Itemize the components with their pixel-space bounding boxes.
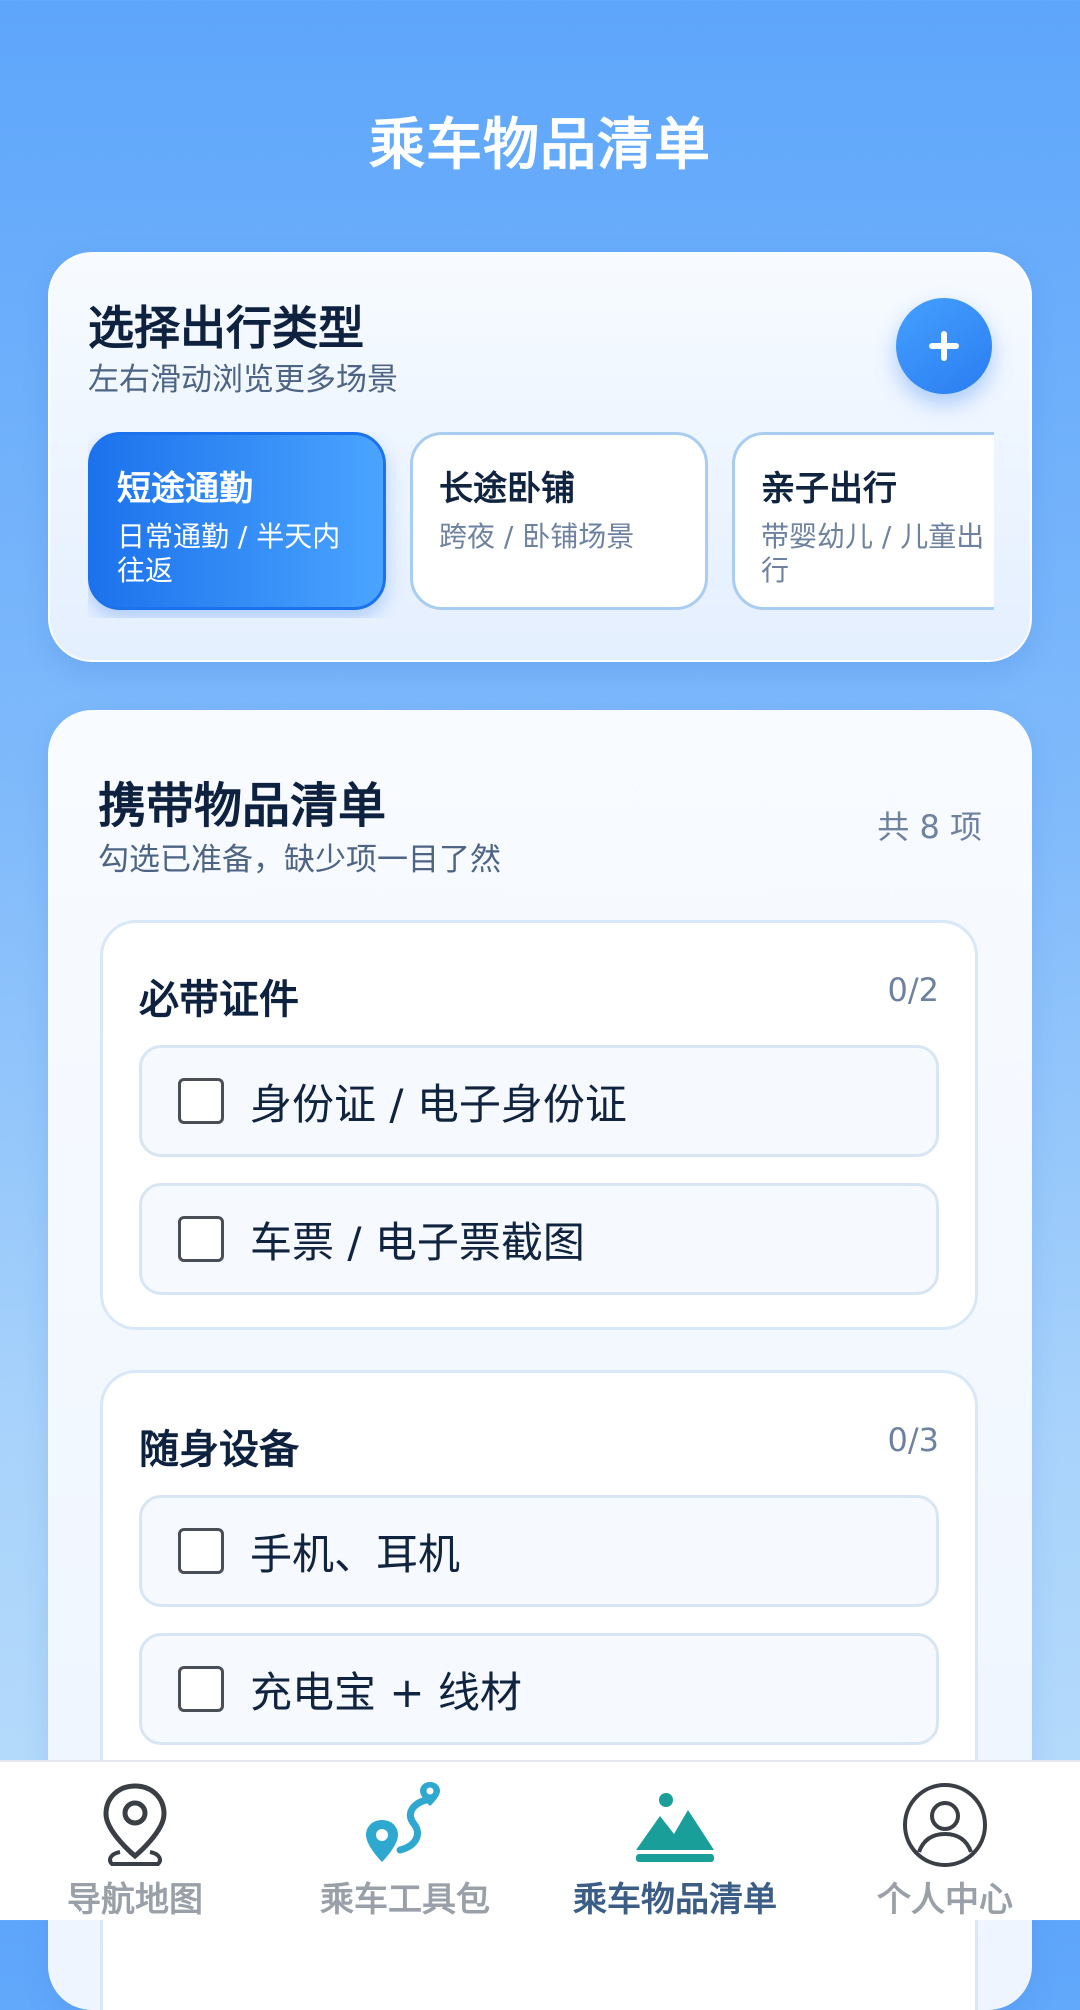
group-progress: 0/2 bbox=[887, 971, 940, 1009]
map-pin-icon bbox=[103, 1783, 167, 1866]
group-progress: 0/3 bbox=[887, 1421, 940, 1459]
trip-type-desc: 跨夜 / 卧铺场景 bbox=[439, 520, 635, 553]
user-icon bbox=[903, 1783, 987, 1867]
nav-label: 导航地图 bbox=[67, 1880, 203, 1920]
item-label: 车票 / 电子票截图 bbox=[250, 1217, 585, 1267]
checklist-item[interactable]: 手机、耳机 bbox=[139, 1495, 939, 1607]
item-label: 身份证 / 电子身份证 bbox=[250, 1079, 627, 1129]
add-trip-type-button[interactable] bbox=[896, 298, 992, 394]
plus-icon bbox=[929, 331, 959, 361]
trip-type-name: 长途卧铺 bbox=[439, 469, 575, 509]
checklist-title: 携带物品清单 bbox=[98, 778, 387, 834]
group-documents: 必带证件 0/2 身份证 / 电子身份证 车票 / 电子票截图 bbox=[100, 920, 978, 1330]
checklist-subtitle: 勾选已准备，缺少项一目了然 bbox=[98, 842, 501, 878]
mountain-icon bbox=[636, 1793, 714, 1862]
checklist-item[interactable]: 充电宝 + 线材 bbox=[139, 1633, 939, 1745]
nav-label: 乘车物品清单 bbox=[573, 1880, 777, 1920]
nav-item-map[interactable]: 导航地图 bbox=[0, 1762, 270, 1920]
checklist-item[interactable]: 车票 / 电子票截图 bbox=[139, 1183, 939, 1295]
trip-type-name: 亲子出行 bbox=[761, 469, 897, 509]
trip-type-subtitle: 左右滑动浏览更多场景 bbox=[88, 362, 398, 398]
trip-type-short-commute[interactable]: 短途通勤 日常通勤 / 半天内往返 bbox=[88, 432, 386, 610]
nav-label: 乘车工具包 bbox=[320, 1880, 490, 1920]
bottom-nav: 导航地图 乘车工具包 乘车物品清单 个人中心 bbox=[0, 1760, 1080, 1920]
nav-item-toolkit[interactable]: 乘车工具包 bbox=[270, 1762, 540, 1920]
item-label: 手机、耳机 bbox=[250, 1529, 461, 1579]
trip-type-desc: 带婴幼儿 / 儿童出行 bbox=[761, 520, 985, 587]
item-checkbox[interactable] bbox=[178, 1666, 224, 1712]
trip-type-name: 短途通勤 bbox=[117, 469, 253, 509]
page-title: 乘车物品清单 bbox=[369, 113, 711, 178]
item-checkbox[interactable] bbox=[178, 1216, 224, 1262]
nav-label: 个人中心 bbox=[877, 1880, 1013, 1920]
trip-type-title: 选择出行类型 bbox=[88, 301, 364, 355]
item-label: 充电宝 + 线材 bbox=[250, 1667, 522, 1717]
trip-type-family[interactable]: 亲子出行 带婴幼儿 / 儿童出行 bbox=[732, 432, 994, 610]
group-title: 随身设备 bbox=[139, 1427, 299, 1473]
nav-item-checklist[interactable]: 乘车物品清单 bbox=[540, 1762, 810, 1920]
trip-type-scroller[interactable]: 短途通勤 日常通勤 / 半天内往返 长途卧铺 跨夜 / 卧铺场景 亲子出行 带婴… bbox=[88, 432, 994, 618]
trip-type-card: 选择出行类型 左右滑动浏览更多场景 短途通勤 日常通勤 / 半天内往返 长途卧铺… bbox=[48, 252, 1032, 662]
checklist-count: 共 8 项 bbox=[877, 808, 982, 846]
nav-item-profile[interactable]: 个人中心 bbox=[810, 1762, 1080, 1920]
item-checkbox[interactable] bbox=[178, 1528, 224, 1574]
route-icon bbox=[366, 1782, 440, 1862]
group-title: 必带证件 bbox=[139, 977, 299, 1023]
trip-type-long-sleeper[interactable]: 长途卧铺 跨夜 / 卧铺场景 bbox=[410, 432, 708, 610]
checklist-item[interactable]: 身份证 / 电子身份证 bbox=[139, 1045, 939, 1157]
item-checkbox[interactable] bbox=[178, 1078, 224, 1124]
trip-type-desc: 日常通勤 / 半天内往返 bbox=[117, 520, 341, 587]
